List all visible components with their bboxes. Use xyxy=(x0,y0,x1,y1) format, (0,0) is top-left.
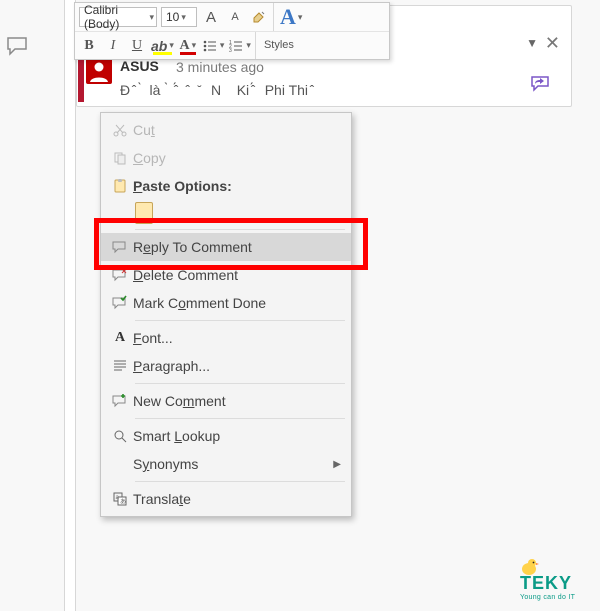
menu-synonyms[interactable]: Synonyms ▶ xyxy=(101,450,351,478)
pane-options-dropdown-icon[interactable]: ▼ xyxy=(526,36,538,50)
paste-keep-source-button[interactable] xyxy=(101,200,351,226)
menu-separator xyxy=(135,418,345,419)
menu-paste-options-label: Paste Options: xyxy=(133,178,341,194)
reply-icon[interactable] xyxy=(530,74,552,92)
context-menu: Cut Copy Paste Options: Reply To Comment… xyxy=(100,112,352,517)
menu-paste-options: Paste Options: xyxy=(101,172,351,200)
menu-synonyms-label: Synonyms xyxy=(133,456,333,472)
done-icon xyxy=(107,295,133,311)
menu-translate[interactable]: aあ Translate xyxy=(101,485,351,513)
font-name-value: Calibri (Body) xyxy=(84,3,147,31)
chevron-down-icon[interactable]: ▾ xyxy=(244,40,251,51)
numbering-button[interactable]: 123▾ xyxy=(228,35,251,57)
menu-mark-done[interactable]: Mark Comment Done xyxy=(101,289,351,317)
styles-label: Styles xyxy=(264,40,294,51)
pane-close-icon[interactable]: ✕ xyxy=(545,33,560,54)
menu-separator xyxy=(135,320,345,321)
menu-done-label: Mark Comment Done xyxy=(133,295,341,311)
comment-author-name: ASUS xyxy=(120,58,159,74)
chevron-down-icon[interactable]: ▾ xyxy=(179,12,186,23)
menu-smart-lookup-label: Smart Lookup xyxy=(133,428,341,444)
italic-button[interactable]: I xyxy=(103,35,123,57)
new-comment-icon xyxy=(107,393,133,409)
comment-selection-bar xyxy=(78,58,84,102)
bird-icon xyxy=(518,555,540,577)
menu-cut[interactable]: Cut xyxy=(101,116,351,144)
menu-separator xyxy=(135,229,345,230)
scissors-icon xyxy=(107,122,133,138)
search-icon xyxy=(107,428,133,444)
paragraph-icon xyxy=(107,358,133,374)
font-size-value: 10 xyxy=(166,10,179,24)
watermark-logo: TEKY Young can do IT xyxy=(520,573,592,601)
svg-text:3: 3 xyxy=(229,48,232,54)
svg-text:あ: あ xyxy=(120,499,126,506)
comment-indicator-icon xyxy=(6,35,30,57)
menu-delete-comment[interactable]: Delete Comment xyxy=(101,261,351,289)
bold-button[interactable]: B xyxy=(79,35,99,57)
delete-comment-icon xyxy=(107,267,133,283)
menu-cut-label: Cut xyxy=(133,122,341,138)
watermark-tagline: Young can do IT xyxy=(520,594,592,601)
menu-delete-label: Delete Comment xyxy=(133,267,341,283)
menu-font-label: Font... xyxy=(133,330,341,346)
comment-author-avatar xyxy=(86,58,112,84)
copy-icon xyxy=(107,150,133,166)
chevron-down-icon[interactable]: ▾ xyxy=(167,40,174,51)
menu-font[interactable]: A Font... xyxy=(101,324,351,352)
document-edge xyxy=(64,0,76,611)
grow-font-button[interactable]: A xyxy=(201,6,221,28)
styles-icon: A xyxy=(280,4,296,30)
menu-new-comment-label: New Comment xyxy=(133,393,341,409)
chevron-down-icon[interactable]: ▾ xyxy=(190,40,197,51)
submenu-arrow-icon: ▶ xyxy=(333,459,341,470)
menu-translate-label: Translate xyxy=(133,491,341,507)
shrink-font-button[interactable]: A xyxy=(225,6,245,28)
clipboard-icon xyxy=(107,178,133,194)
font-icon: A xyxy=(107,330,133,346)
comment-text-preview: Đ ̂ ̀ là ̀ ̂́ ̂ ̆ N Ki ̂́ Phi Thi ̂ xyxy=(120,82,380,100)
bullets-button[interactable]: ▾ xyxy=(202,35,225,57)
menu-paragraph-label: Paragraph... xyxy=(133,358,341,374)
menu-paragraph[interactable]: Paragraph... xyxy=(101,352,351,380)
menu-smart-lookup[interactable]: Smart Lookup xyxy=(101,422,351,450)
font-color-button[interactable]: A▾ xyxy=(178,35,198,57)
styles-button[interactable]: A▾ xyxy=(280,6,302,28)
format-painter-button[interactable] xyxy=(249,6,269,28)
chevron-down-icon[interactable]: ▾ xyxy=(296,12,303,23)
highlight-color-button[interactable]: ab▾ xyxy=(151,35,174,57)
reply-icon xyxy=(107,239,133,255)
font-size-combo[interactable]: 10 ▾ xyxy=(161,7,197,27)
menu-separator xyxy=(135,481,345,482)
comment-timestamp: 3 minutes ago xyxy=(176,59,264,75)
font-name-combo[interactable]: Calibri (Body) ▾ xyxy=(79,7,157,27)
chevron-down-icon[interactable]: ▾ xyxy=(147,12,154,23)
menu-separator xyxy=(135,383,345,384)
underline-button[interactable]: U xyxy=(127,35,147,57)
mini-toolbar: Calibri (Body) ▾ 10 ▾ A A A▾ B I U ab▾ A… xyxy=(74,2,390,60)
menu-copy-label: Copy xyxy=(133,150,341,166)
menu-copy[interactable]: Copy xyxy=(101,144,351,172)
chevron-down-icon[interactable]: ▾ xyxy=(218,40,225,51)
paste-option-icon xyxy=(135,202,153,224)
menu-new-comment[interactable]: New Comment xyxy=(101,387,351,415)
menu-reply-label: Reply To Comment xyxy=(133,239,341,255)
menu-reply-to-comment[interactable]: Reply To Comment xyxy=(101,233,351,261)
translate-icon: aあ xyxy=(107,491,133,507)
